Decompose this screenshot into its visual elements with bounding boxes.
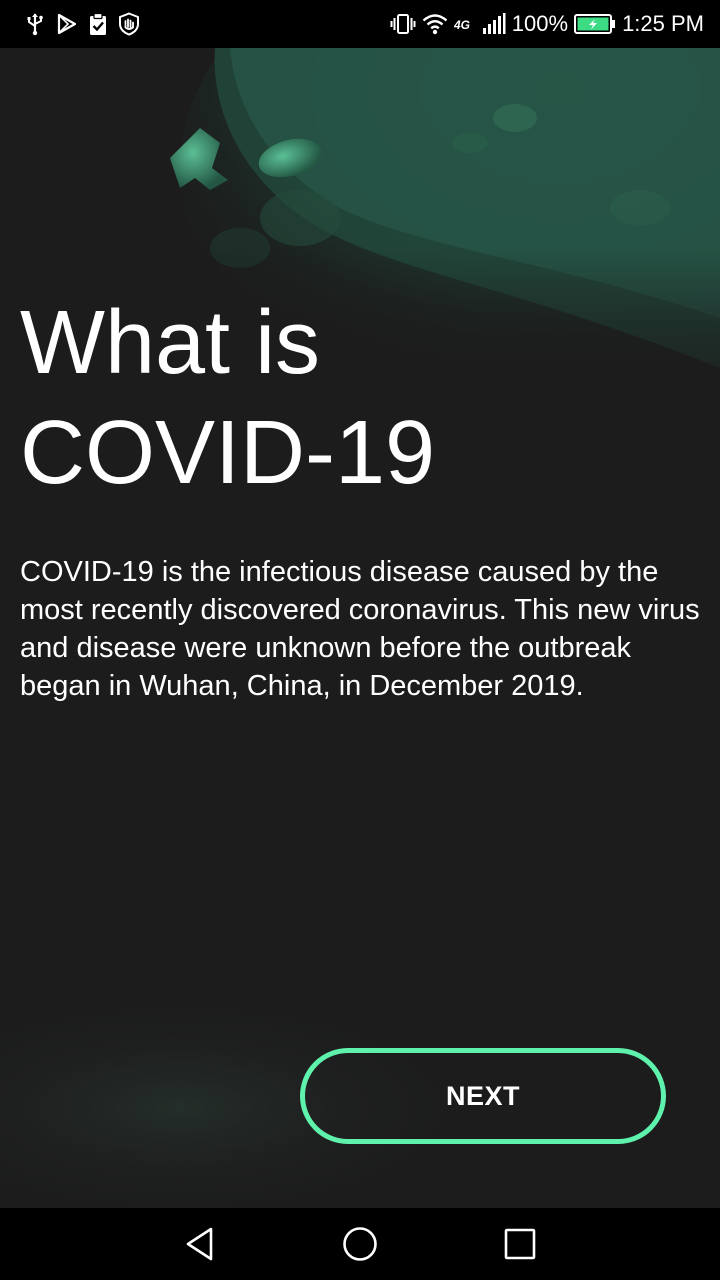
battery-percent: 100% xyxy=(511,11,569,36)
home-icon xyxy=(343,1227,377,1261)
onboarding-content: What is COVID-19 COVID-19 is the infecti… xyxy=(0,48,720,1208)
onboarding-screen: 4G 100% 1:25 PM What is COVID-19 COVID-1… xyxy=(0,0,720,1280)
recents-button[interactable] xyxy=(480,1208,560,1280)
shield-hand-icon xyxy=(118,12,140,36)
status-left-icons xyxy=(24,12,140,36)
play-store-icon xyxy=(56,13,78,35)
title-line-1: What is xyxy=(20,293,321,393)
back-button[interactable] xyxy=(160,1208,240,1280)
vibrate-icon xyxy=(390,13,416,35)
clock: 1:25 PM xyxy=(622,11,704,36)
title-line-2: COVID-19 xyxy=(20,403,436,503)
status-right-icons: 4G 100% 1:25 PM xyxy=(390,11,704,37)
clipboard-check-icon xyxy=(88,12,108,36)
description-text: COVID-19 is the infectious disease cause… xyxy=(20,556,700,702)
back-icon xyxy=(186,1227,213,1261)
usb-icon xyxy=(24,12,46,36)
page-title: What is COVID-19 xyxy=(20,288,700,508)
wifi-icon xyxy=(422,13,448,35)
battery-icon xyxy=(574,13,616,35)
signal-icon xyxy=(482,13,506,35)
4g-icon: 4G xyxy=(454,13,476,35)
home-button[interactable] xyxy=(320,1208,400,1280)
navigation-bar xyxy=(0,1208,720,1280)
svg-text:4G: 4G xyxy=(454,18,470,32)
recents-icon xyxy=(504,1228,536,1260)
status-bar: 4G 100% 1:25 PM xyxy=(0,0,720,48)
next-button[interactable]: NEXT xyxy=(300,1048,666,1144)
